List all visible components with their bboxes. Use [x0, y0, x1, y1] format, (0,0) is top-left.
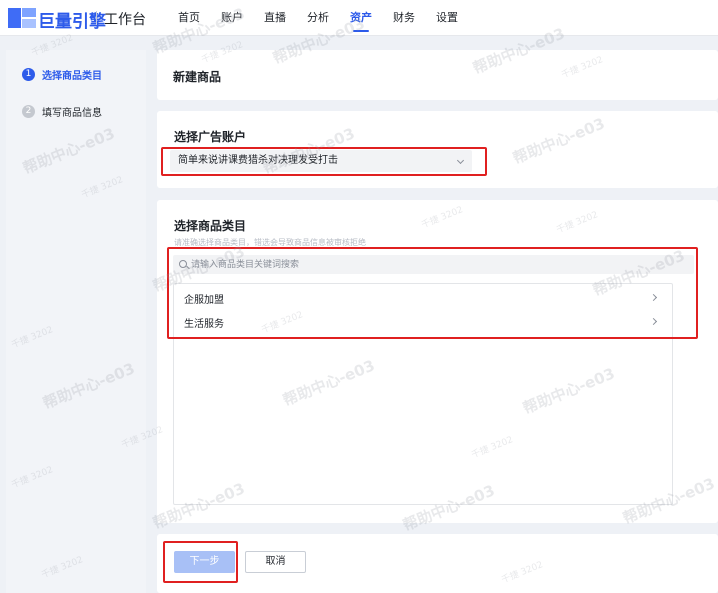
category-list: 企服加盟 生活服务: [173, 283, 673, 505]
chevron-right-icon: [649, 317, 658, 326]
nav-item-settings[interactable]: 设置: [436, 0, 458, 36]
page-title-card: 新建商品: [157, 50, 718, 100]
top-header: 巨量引擎 工作台 首页 账户 直播 分析 资产 财务 设置: [0, 0, 718, 36]
step-number-badge: 2: [22, 105, 35, 118]
search-icon: [179, 260, 187, 268]
category-search-input[interactable]: [191, 255, 681, 274]
next-step-button[interactable]: 下一步: [174, 551, 235, 573]
category-item-life-services[interactable]: 生活服务: [174, 310, 672, 334]
step-fill-info[interactable]: 2 填写商品信息: [22, 104, 102, 119]
nav-item-account[interactable]: 账户: [221, 0, 243, 36]
category-item-label: 生活服务: [184, 319, 224, 330]
nav-item-home[interactable]: 首页: [178, 0, 200, 36]
footer-bar: [157, 534, 718, 593]
step-label: 填写商品信息: [42, 108, 102, 119]
cancel-button[interactable]: 取消: [245, 551, 306, 573]
category-item-enterprise-franchise[interactable]: 企服加盟: [174, 286, 672, 310]
ad-account-selected-value: 简单来说讲课费猎杀对决理发受打击: [178, 155, 338, 166]
page-title: 新建商品: [173, 70, 222, 84]
nav-item-assets[interactable]: 资产: [350, 0, 372, 36]
ad-account-title: 选择广告账户: [174, 130, 247, 144]
category-title: 选择商品类目: [174, 219, 247, 233]
nav-item-finance[interactable]: 财务: [393, 0, 415, 36]
logo-icon[interactable]: [8, 8, 36, 28]
step-label: 选择商品类目: [42, 71, 102, 82]
category-item-label: 企服加盟: [184, 295, 224, 306]
top-nav: 首页 账户 直播 分析 资产 财务 设置: [178, 0, 479, 36]
nav-item-live[interactable]: 直播: [264, 0, 286, 36]
step-number-badge: 1: [22, 68, 35, 81]
category-hint: 请准确选择商品类目，错选会导致商品信息被审核拒绝: [174, 238, 366, 247]
category-search[interactable]: [173, 255, 694, 274]
step-sidebar: 1 选择商品类目 2 填写商品信息: [6, 50, 146, 593]
workspace-title[interactable]: 工作台: [104, 9, 146, 29]
nav-item-analysis[interactable]: 分析: [307, 0, 329, 36]
ad-account-select[interactable]: 简单来说讲课费猎杀对决理发受打击: [170, 150, 472, 172]
chevron-right-icon: [649, 293, 658, 302]
brand-divider: [96, 11, 97, 25]
chevron-down-icon: [456, 156, 465, 165]
step-select-category[interactable]: 1 选择商品类目: [22, 67, 102, 82]
